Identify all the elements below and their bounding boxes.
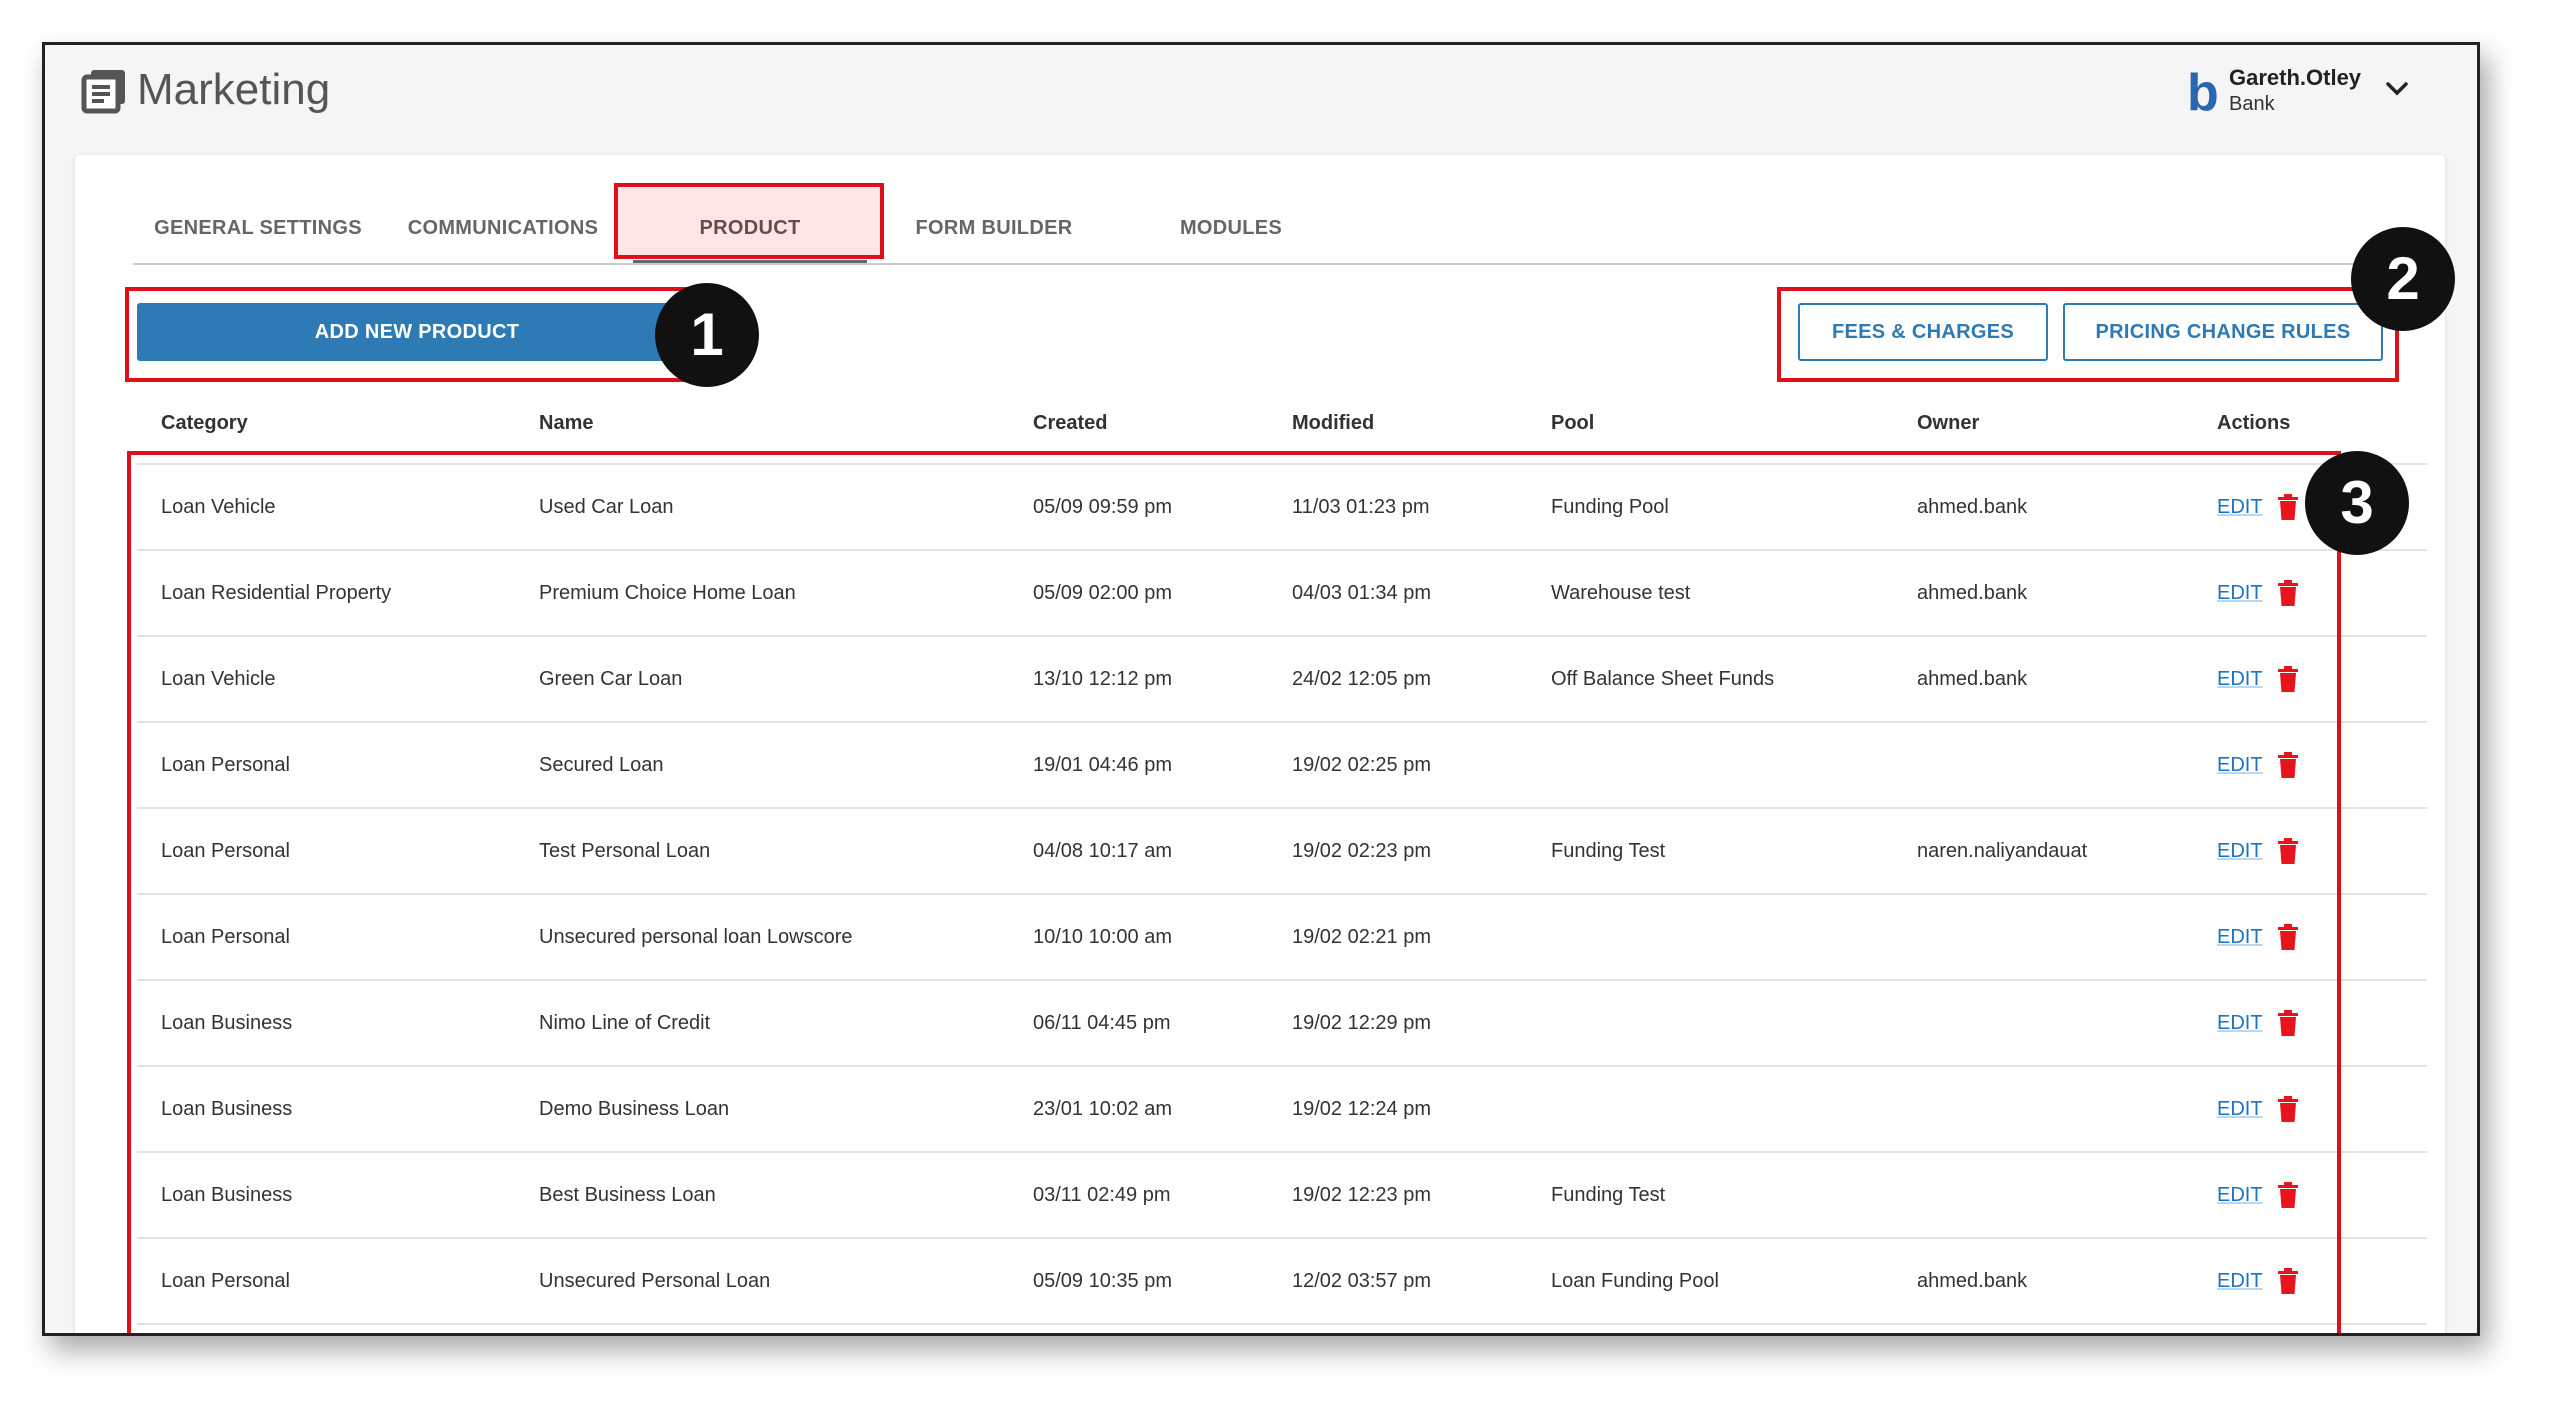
user-org: Bank bbox=[2229, 93, 2275, 115]
callout-badge-1: 1 bbox=[655, 283, 759, 387]
highlight-callout-1 bbox=[125, 287, 705, 382]
tab-form-builder[interactable]: FORM BUILDER bbox=[875, 195, 1113, 261]
tab-general-settings[interactable]: GENERAL SETTINGS bbox=[133, 195, 383, 261]
tab-modules[interactable]: MODULES bbox=[1113, 195, 1349, 261]
page-title: Marketing bbox=[137, 65, 331, 114]
highlight-product-tab bbox=[614, 183, 884, 259]
user-name: Gareth.Otley bbox=[2229, 65, 2362, 90]
highlight-callout-2 bbox=[1777, 287, 2399, 382]
user-menu[interactable]: b Gareth.Otley Bank bbox=[2187, 59, 2427, 139]
top-bar: Marketing b Gareth.Otley Bank bbox=[45, 45, 2477, 160]
brand-logo: b bbox=[2187, 64, 2219, 122]
tab-bar: GENERAL SETTINGS COMMUNICATIONS PRODUCT … bbox=[133, 195, 2393, 265]
highlight-callout-3 bbox=[127, 451, 2341, 1333]
content-panel: GENERAL SETTINGS COMMUNICATIONS PRODUCT … bbox=[75, 155, 2455, 1333]
app-window: Marketing b Gareth.Otley Bank GENERAL SE… bbox=[42, 42, 2480, 1336]
tab-communications[interactable]: COMMUNICATIONS bbox=[383, 195, 623, 261]
chevron-down-icon[interactable] bbox=[2385, 77, 2409, 101]
callout-badge-2: 2 bbox=[2351, 227, 2455, 331]
callout-badge-3: 3 bbox=[2305, 451, 2409, 555]
document-list-icon bbox=[81, 70, 125, 114]
